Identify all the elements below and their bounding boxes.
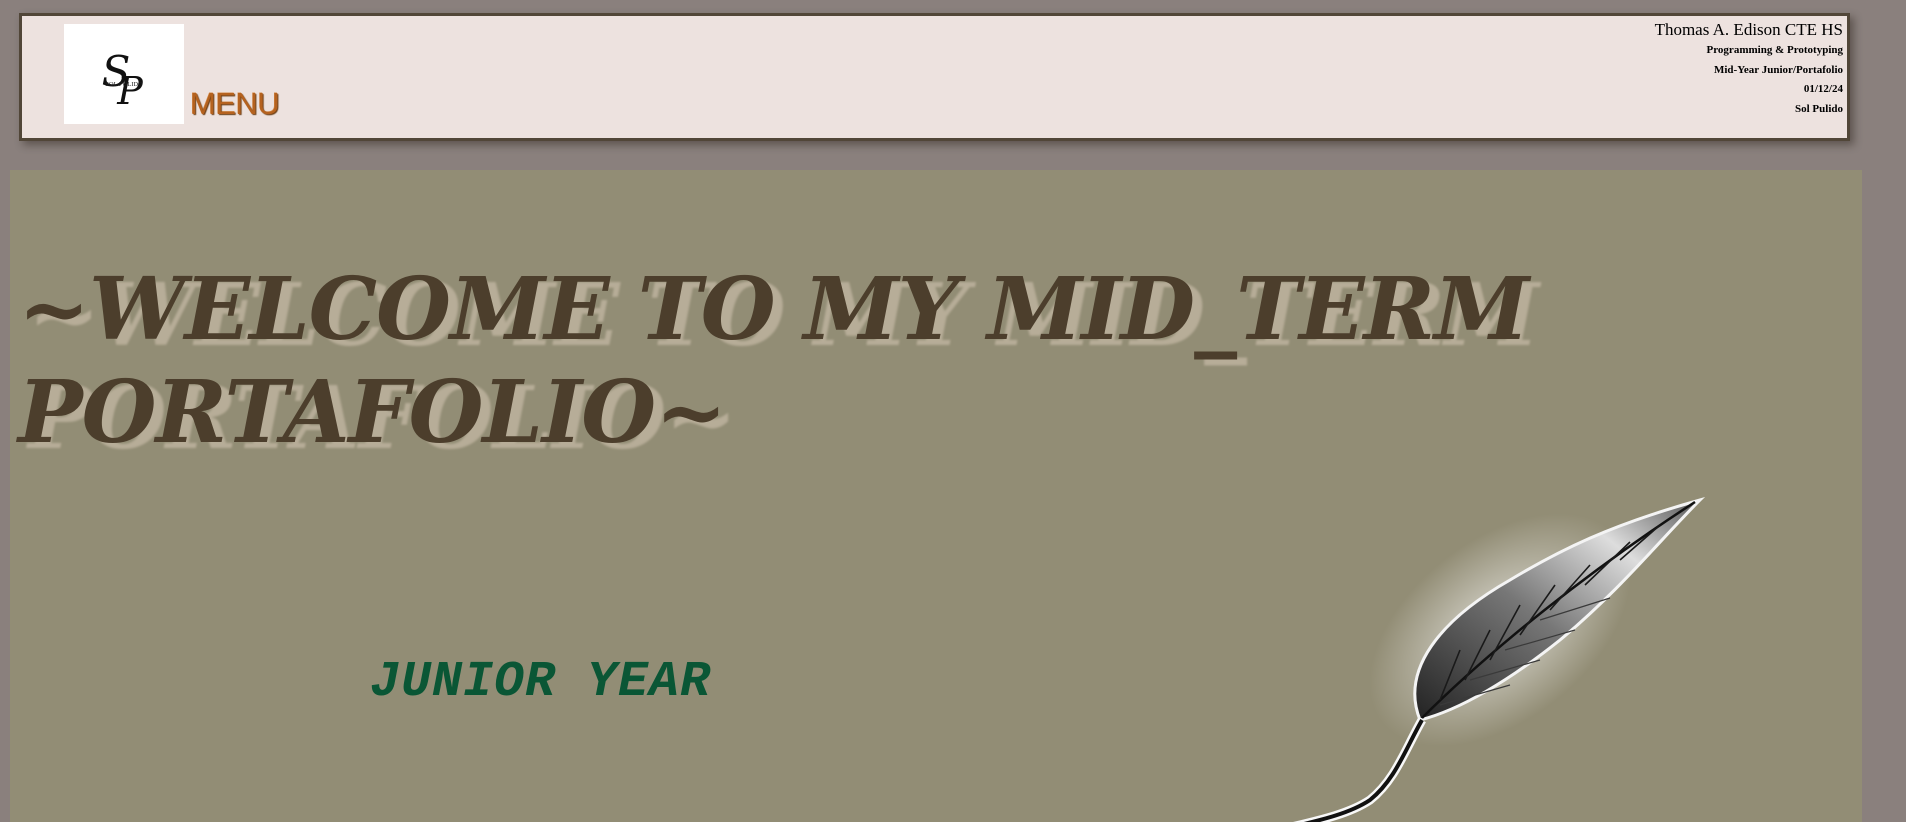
school-name: Thomas A. Edison CTE HS	[1654, 20, 1843, 39]
quill-feather-icon	[1293, 497, 1706, 822]
welcome-heading: ~WELCOME TO MY MID_TERM PORTAFOLIO~	[18, 258, 1668, 464]
logo-caption: SOL PULIDO	[105, 81, 143, 88]
site-header: S P SOL PULIDO MENU Thomas A. Edison CTE…	[19, 13, 1850, 141]
sp-monogram-logo: S P SOL PULIDO	[102, 47, 145, 113]
welcome-line-1: ~WELCOME TO MY MID_TERM	[18, 259, 1529, 360]
date-label: 01/12/24	[1803, 83, 1843, 95]
welcome-line-2: PORTAFOLIO~	[18, 362, 727, 463]
logo-letter-p: P	[116, 69, 144, 113]
assignment-name: Mid-Year Junior/Portafolio	[1713, 63, 1843, 76]
author-name: Sol Pulido	[1795, 102, 1843, 115]
junior-year-heading: JUNIOR YEAR	[370, 654, 712, 711]
main-content: ~WELCOME TO MY MID_TERM PORTAFOLIO~ JUNI…	[10, 170, 1862, 822]
logo[interactable]: S P SOL PULIDO	[64, 24, 184, 124]
header-info: Thomas A. Edison CTE HS Programming & Pr…	[1655, 19, 1843, 119]
course-name: Programming & Prototyping	[1706, 44, 1843, 56]
menu-button[interactable]: MENU	[190, 88, 280, 119]
